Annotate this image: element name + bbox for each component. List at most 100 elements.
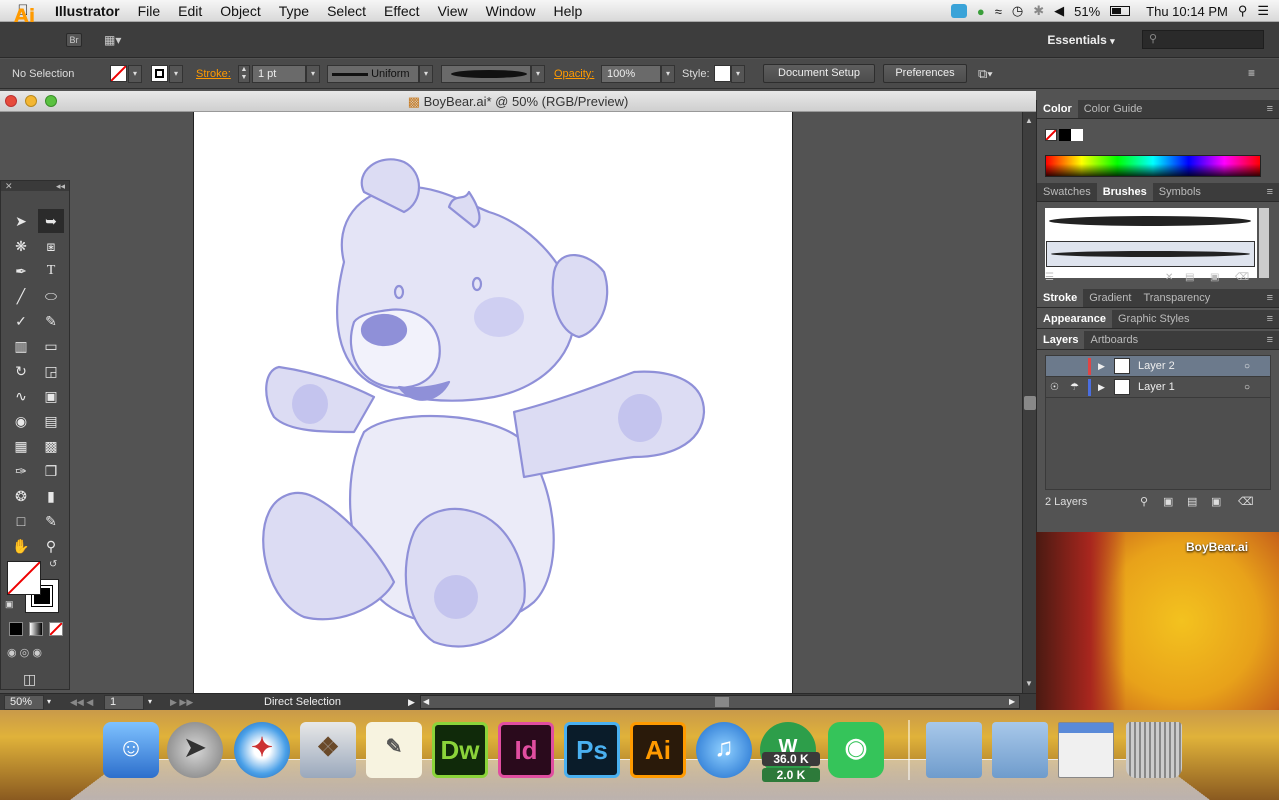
remove-stroke-icon[interactable]: ✕: [1165, 272, 1173, 283]
scroll-left-icon[interactable]: ◀: [423, 696, 429, 708]
opacity-dropdown[interactable]: ▾: [661, 65, 675, 83]
blob-brush-tool-icon[interactable]: ▥: [8, 334, 34, 358]
hand-tool-icon[interactable]: ✋: [8, 534, 34, 558]
align-options-icon[interactable]: ⧉▾: [978, 66, 993, 82]
launchpad-icon[interactable]: ➤: [167, 722, 223, 778]
column-graph-tool-icon[interactable]: ▮: [38, 484, 64, 508]
stroke-weight-dropdown[interactable]: ▾: [306, 65, 320, 83]
brush-list[interactable]: [1045, 208, 1257, 278]
lasso-tool-icon[interactable]: ⧆: [38, 234, 64, 258]
fill-swatch[interactable]: [110, 65, 127, 82]
tools-panel-header[interactable]: ✕ ◂◂: [1, 181, 69, 191]
tab-stroke[interactable]: Stroke: [1037, 289, 1084, 307]
layer-row[interactable]: ☉ ☂ ▶ Layer 1 ○: [1046, 377, 1270, 398]
new-sublayer-icon[interactable]: ▤: [1187, 492, 1197, 512]
color-spectrum[interactable]: [1045, 155, 1261, 177]
draw-modes[interactable]: ◉ ◎ ◉: [7, 646, 65, 662]
itunes-icon[interactable]: ♫: [696, 722, 752, 778]
slice-tool-icon[interactable]: ✎: [38, 509, 64, 533]
profile-dropdown[interactable]: ▾: [419, 65, 433, 83]
default-fill-stroke-icon[interactable]: ▣: [5, 599, 14, 610]
symbol-sprayer-tool-icon[interactable]: ❂: [8, 484, 34, 508]
applications-folder-icon[interactable]: [926, 722, 982, 778]
menu-edit[interactable]: Edit: [169, 3, 211, 19]
menu-file[interactable]: File: [129, 3, 170, 19]
brush-list-scrollbar[interactable]: [1259, 208, 1269, 278]
draw-behind-icon[interactable]: ◎: [20, 647, 30, 659]
preferences-button[interactable]: Preferences: [883, 64, 967, 83]
selection-tool-icon[interactable]: ➤: [8, 209, 34, 233]
artboard-tool-icon[interactable]: □: [8, 509, 34, 533]
notification-center-icon[interactable]: ☰: [1257, 3, 1269, 19]
free-transform-tool-icon[interactable]: ▣: [38, 384, 64, 408]
stroke-weight-field[interactable]: 1 pt: [252, 65, 306, 83]
textedit-icon[interactable]: ✎: [366, 722, 422, 778]
stroke-label[interactable]: Stroke:: [196, 59, 231, 89]
color-mode-button[interactable]: [9, 622, 23, 636]
none-mode-button[interactable]: [49, 622, 63, 636]
target-circle-icon[interactable]: ○: [1244, 356, 1250, 377]
color-white-swatch[interactable]: [1071, 129, 1083, 141]
expand-triangle-icon[interactable]: ▶: [1098, 377, 1105, 398]
tab-artboards[interactable]: Artboards: [1084, 331, 1144, 349]
locate-object-icon[interactable]: ⚲: [1140, 492, 1148, 512]
target-circle-icon[interactable]: ○: [1244, 377, 1250, 398]
new-brush-icon[interactable]: ▣: [1210, 272, 1219, 283]
app-menu[interactable]: Illustrator: [46, 3, 129, 19]
vertical-scrollbar[interactable]: ▲ ▼: [1022, 112, 1036, 693]
stroke-dropdown[interactable]: ▾: [169, 65, 183, 83]
shape-builder-tool-icon[interactable]: ◉: [8, 409, 34, 433]
rotate-tool-icon[interactable]: ↻: [8, 359, 34, 383]
tab-transparency[interactable]: Transparency: [1137, 289, 1216, 307]
paintbrush-tool-icon[interactable]: ✓: [8, 309, 34, 333]
fill-indicator[interactable]: [7, 561, 41, 595]
color-none-swatch[interactable]: [1045, 129, 1057, 141]
bridge-button[interactable]: Br: [66, 33, 82, 47]
illustrator-icon[interactable]: Ai: [630, 722, 686, 778]
tab-gradient[interactable]: Gradient: [1083, 289, 1137, 307]
panel-menu-icon[interactable]: ≡: [1267, 289, 1273, 308]
lock-icon[interactable]: ☂: [1070, 377, 1079, 398]
desktop-file-label[interactable]: BoyBear.ai: [1186, 540, 1248, 554]
gradient-tool-icon[interactable]: ▩: [38, 434, 64, 458]
status-menu-icon[interactable]: ▶: [408, 694, 415, 710]
tab-swatches[interactable]: Swatches: [1037, 183, 1097, 201]
tab-color-guide[interactable]: Color Guide: [1078, 100, 1149, 118]
document-title-bar[interactable]: ▩ BoyBear.ai* @ 50% (RGB/Preview): [0, 91, 1036, 112]
menu-help[interactable]: Help: [544, 3, 591, 19]
document-setup-button[interactable]: Document Setup: [763, 64, 875, 83]
pencil-tool-icon[interactable]: ✎: [38, 309, 64, 333]
eyedropper-tool-icon[interactable]: ✑: [8, 459, 34, 483]
minimize-window-button[interactable]: [25, 95, 37, 107]
scale-tool-icon[interactable]: ◲: [38, 359, 64, 383]
panel-menu-icon[interactable]: ≡: [1267, 100, 1273, 119]
indesign-icon[interactable]: Id: [498, 722, 554, 778]
dreamweaver-icon[interactable]: Dw: [432, 722, 488, 778]
first-artboard-icon[interactable]: ◀◀ ◀: [70, 694, 93, 710]
brush-options-icon[interactable]: ▤: [1185, 272, 1194, 283]
workspace-switcher[interactable]: Essentials ▾: [1036, 30, 1126, 50]
zoom-window-button[interactable]: [45, 95, 57, 107]
width-tool-icon[interactable]: ∿: [8, 384, 34, 408]
draw-inside-icon[interactable]: ◉: [32, 647, 42, 659]
menu-effect[interactable]: Effect: [375, 3, 429, 19]
battery-percent[interactable]: 51%: [1074, 4, 1100, 19]
graphic-style-swatch[interactable]: [714, 65, 731, 82]
safari-icon[interactable]: ✦: [234, 722, 290, 778]
mail-icon[interactable]: ❖: [300, 722, 356, 778]
clipping-mask-icon[interactable]: ▣: [1163, 492, 1173, 512]
zoom-dropdown-icon[interactable]: ▾: [47, 694, 51, 710]
tab-color[interactable]: Color: [1037, 100, 1078, 118]
color-black-swatch[interactable]: [1059, 129, 1071, 141]
close-icon[interactable]: ✕: [5, 181, 13, 191]
finder-icon[interactable]: ☺: [103, 722, 159, 778]
scroll-right-icon[interactable]: ▶: [1009, 696, 1015, 708]
wifi-icon[interactable]: ≈: [995, 4, 1002, 19]
documents-folder-icon[interactable]: [992, 722, 1048, 778]
dropbox-icon[interactable]: [950, 4, 967, 18]
layer-row[interactable]: ▶ Layer 2 ○: [1046, 356, 1270, 377]
change-screen-mode-icon[interactable]: ◫: [23, 671, 36, 688]
blend-tool-icon[interactable]: ❐: [38, 459, 64, 483]
brush-definition[interactable]: [441, 65, 531, 83]
variable-width-profile[interactable]: Uniform: [327, 65, 419, 83]
